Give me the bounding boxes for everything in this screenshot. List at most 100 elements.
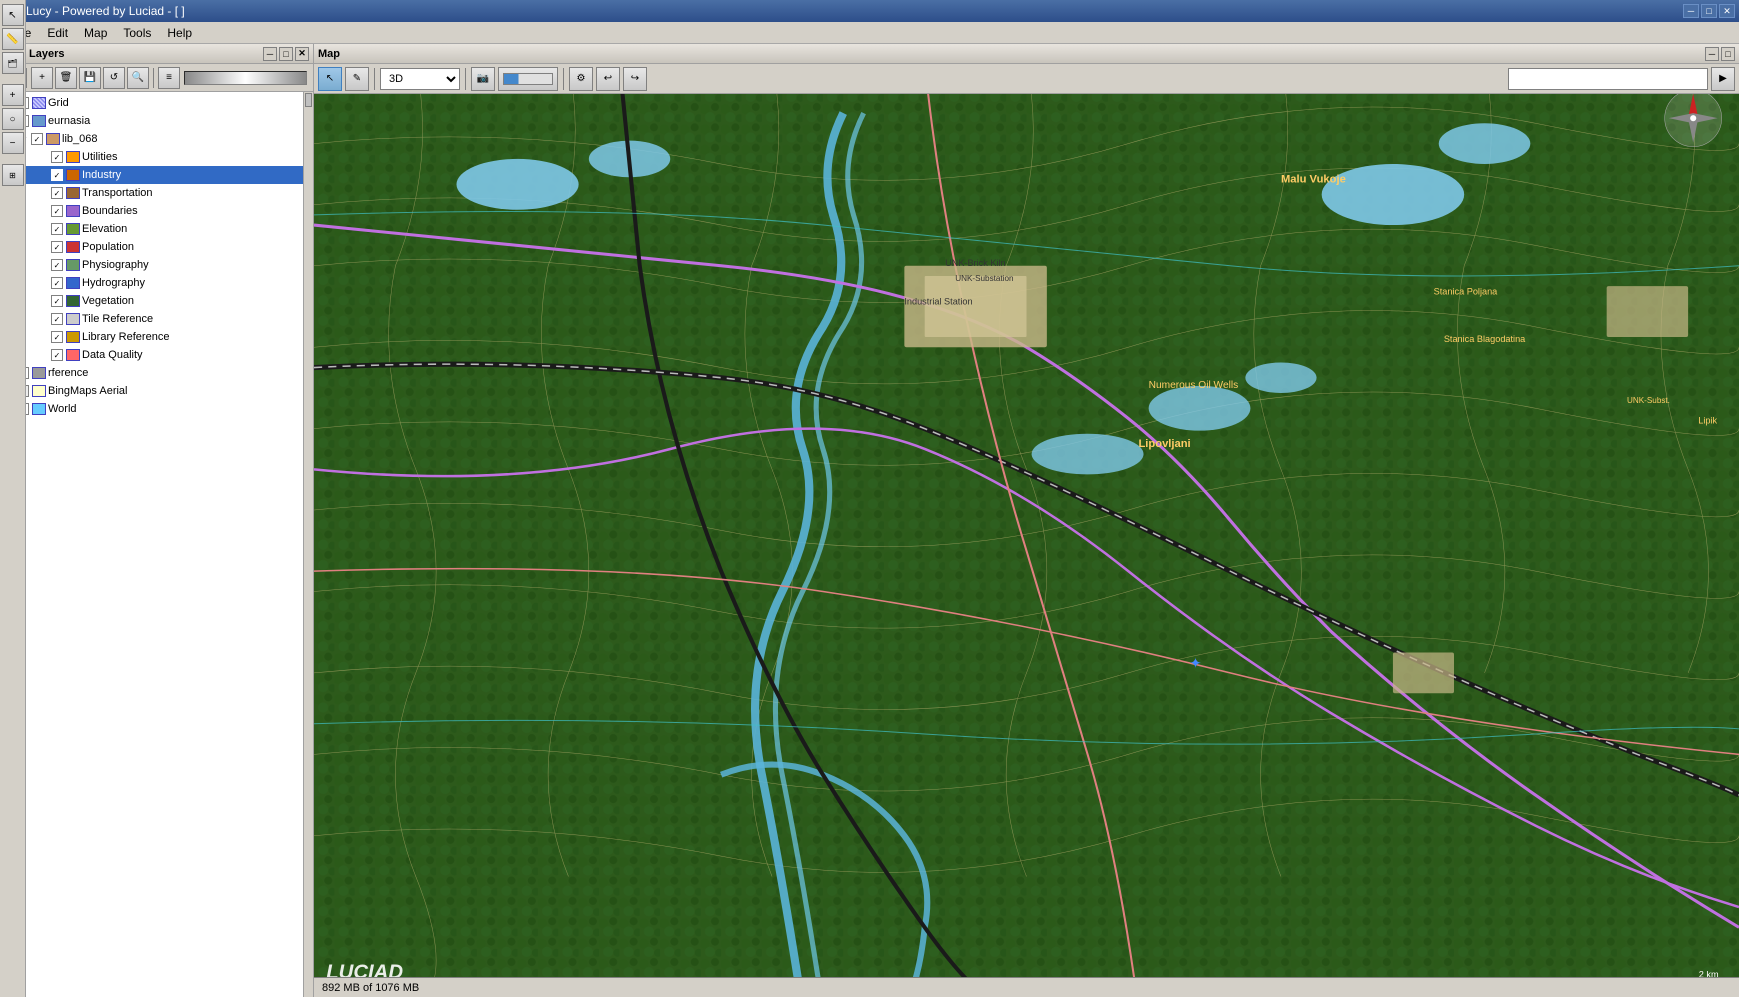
expander-industry[interactable]: [38, 169, 50, 181]
edit-tool-button[interactable]: ✎: [345, 67, 369, 91]
checkbox-population[interactable]: [51, 241, 63, 253]
icon-transportation: [66, 187, 80, 199]
map-toolbar-sep-3: [563, 68, 564, 90]
select-tool-button[interactable]: ↖: [318, 67, 342, 91]
reload-layer-button[interactable]: ↺: [103, 67, 125, 89]
layer-item-population[interactable]: Population: [0, 238, 303, 256]
label-vegetation: Vegetation: [82, 295, 134, 307]
label-dataquality: Data Quality: [82, 349, 143, 361]
remove-layer-button[interactable]: 🗑: [55, 67, 77, 89]
panel-close-button[interactable]: ✕: [295, 47, 309, 61]
expander-dataquality[interactable]: [38, 349, 50, 361]
layer-item-boundaries[interactable]: Boundaries: [0, 202, 303, 220]
layer-item-grid[interactable]: Grid: [0, 94, 303, 112]
checkbox-hydrography[interactable]: [51, 277, 63, 289]
checkbox-libraryreference[interactable]: [51, 331, 63, 343]
expander-transportation[interactable]: [38, 187, 50, 199]
checkbox-physiography[interactable]: [51, 259, 63, 271]
layer-item-world[interactable]: World: [0, 400, 303, 418]
icon-dataquality: [66, 349, 80, 361]
window-controls: ─ □ ✕: [1683, 4, 1735, 18]
layer-item-eurnasia[interactable]: ▼ eurnasia: [0, 112, 303, 130]
map-canvas[interactable]: Malu Vukoje Lipovljani Numerous Oil Well…: [314, 94, 1739, 977]
map-minimize-button[interactable]: ─: [1705, 47, 1719, 61]
panel-minimize-button[interactable]: ─: [263, 47, 277, 61]
icon-rference: [32, 367, 46, 379]
label-eurnasia: eurnasia: [48, 115, 90, 127]
layer-item-dataquality[interactable]: Data Quality: [0, 346, 303, 364]
expander-hydrography[interactable]: [38, 277, 50, 289]
svg-text:Malu Vukoje: Malu Vukoje: [1281, 173, 1346, 185]
checkbox-dataquality[interactable]: [51, 349, 63, 361]
menu-tools[interactable]: Tools: [115, 24, 159, 42]
label-industry: Industry: [82, 169, 121, 181]
layer-item-libraryreference[interactable]: Library Reference: [0, 328, 303, 346]
layer-props-button[interactable]: ≡: [158, 67, 180, 89]
close-button[interactable]: ✕: [1719, 4, 1735, 18]
expander-utilities[interactable]: [38, 151, 50, 163]
menu-help[interactable]: Help: [159, 24, 200, 42]
map-with-toolbar: ↖ 📏 🗂 + ○ − ⊞: [314, 94, 1739, 977]
layer-item-transportation[interactable]: Transportation: [0, 184, 303, 202]
undo-button[interactable]: ↩: [596, 67, 620, 91]
icon-grid: [32, 97, 46, 109]
expander-libraryreference[interactable]: [38, 331, 50, 343]
layer-item-utilities[interactable]: Utilities: [0, 148, 303, 166]
panel-restore-button[interactable]: □: [279, 47, 293, 61]
layer-item-rference[interactable]: ▶ rference: [0, 364, 303, 382]
checkbox-vegetation[interactable]: [51, 295, 63, 307]
layer-item-industry[interactable]: Industry: [0, 166, 303, 184]
checkbox-boundaries[interactable]: [51, 205, 63, 217]
progress-button[interactable]: [498, 67, 558, 91]
map-search-button[interactable]: ▶: [1711, 67, 1735, 91]
svg-text:Industrial Station: Industrial Station: [904, 296, 972, 306]
checkbox-industry[interactable]: [51, 169, 63, 181]
expander-vegetation[interactable]: [38, 295, 50, 307]
label-hydrography: Hydrography: [82, 277, 145, 289]
expander-population[interactable]: [38, 241, 50, 253]
layer-item-hydrography[interactable]: Hydrography: [0, 274, 303, 292]
checkbox-tilereference[interactable]: [51, 313, 63, 325]
icon-industry: [66, 169, 80, 181]
expander-boundaries[interactable]: [38, 205, 50, 217]
menu-edit[interactable]: Edit: [39, 24, 76, 42]
maximize-button[interactable]: □: [1701, 4, 1717, 18]
tree-scrollbar[interactable]: [303, 92, 313, 997]
layer-item-bingmaps[interactable]: BingMaps Aerial: [0, 382, 303, 400]
view-mode-select[interactable]: 3D 2D: [380, 68, 460, 90]
minimize-button[interactable]: ─: [1683, 4, 1699, 18]
expander-tilereference[interactable]: [38, 313, 50, 325]
icon-tilereference: [66, 313, 80, 325]
add-layer-button[interactable]: +: [31, 67, 53, 89]
layer-item-vegetation[interactable]: Vegetation: [0, 292, 303, 310]
layer-tree[interactable]: Grid ▼ eurnasia ▼ lib_068: [0, 92, 303, 997]
layer-item-tilereference[interactable]: Tile Reference: [0, 310, 303, 328]
status-bar: 892 MB of 1076 MB: [314, 977, 1739, 997]
icon-lib068: [46, 133, 60, 145]
map-svg: Malu Vukoje Lipovljani Numerous Oil Well…: [314, 94, 1739, 977]
svg-text:Lipovljani: Lipovljani: [1138, 438, 1190, 450]
map-search-input[interactable]: [1508, 68, 1708, 90]
search-layer-button[interactable]: 🔍: [127, 67, 149, 89]
layer-item-elevation[interactable]: Elevation: [0, 220, 303, 238]
opacity-slider[interactable]: [184, 71, 307, 85]
checkbox-lib068[interactable]: [31, 133, 43, 145]
map-restore-button[interactable]: □: [1721, 47, 1735, 61]
expander-physiography[interactable]: [38, 259, 50, 271]
checkbox-transportation[interactable]: [51, 187, 63, 199]
save-layer-button[interactable]: 💾: [79, 67, 101, 89]
label-world: World: [48, 403, 77, 415]
checkbox-utilities[interactable]: [51, 151, 63, 163]
content-area: Map Layers ─ □ ✕ ▼ + 🗑 💾 ↺ 🔍 ≡: [0, 44, 1739, 997]
menu-map[interactable]: Map: [76, 24, 115, 42]
snapshot-button[interactable]: 📷: [471, 67, 495, 91]
redo-button[interactable]: ↪: [623, 67, 647, 91]
checkbox-elevation[interactable]: [51, 223, 63, 235]
layer-item-lib068[interactable]: ▼ lib_068: [0, 130, 303, 148]
layer-toolbar: ▼ + 🗑 💾 ↺ 🔍 ≡: [0, 64, 313, 92]
toolbar-separator-1: [26, 68, 27, 88]
left-panel: Map Layers ─ □ ✕ ▼ + 🗑 💾 ↺ 🔍 ≡: [0, 44, 314, 997]
settings-button[interactable]: ⚙: [569, 67, 593, 91]
expander-elevation[interactable]: [38, 223, 50, 235]
layer-item-physiography[interactable]: Physiography: [0, 256, 303, 274]
